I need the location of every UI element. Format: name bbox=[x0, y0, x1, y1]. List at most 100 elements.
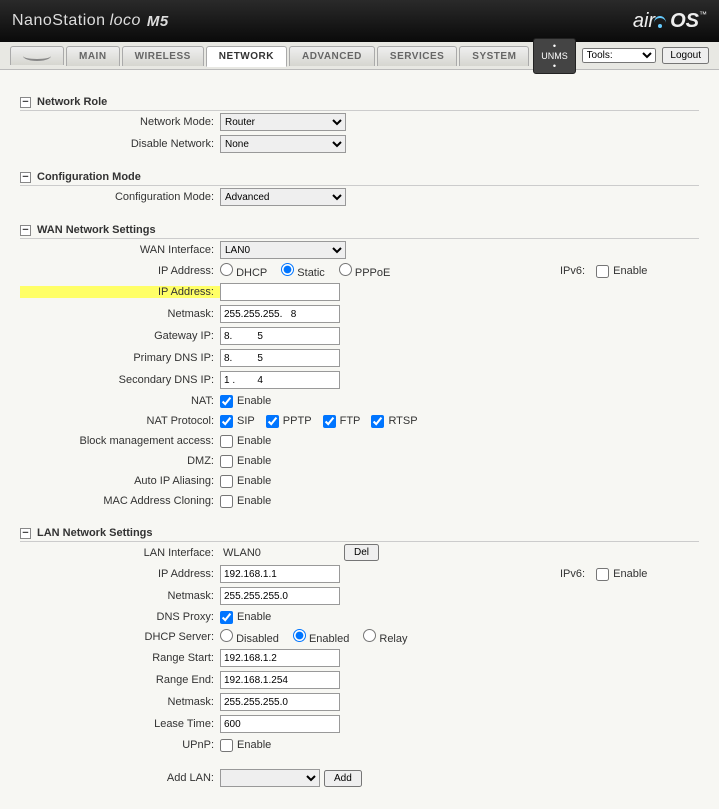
brand-logo: air OS™ bbox=[633, 10, 707, 33]
nat-label: NAT: bbox=[20, 395, 220, 407]
autoip-enable-label: Enable bbox=[237, 475, 271, 487]
dmz-checkbox[interactable] bbox=[220, 455, 233, 468]
autoip-checkbox[interactable] bbox=[220, 475, 233, 488]
wan-pdns-label: Primary DNS IP: bbox=[20, 352, 220, 364]
wan-netmask-label: Netmask: bbox=[20, 308, 220, 320]
lease-time-label: Lease Time: bbox=[20, 718, 220, 730]
wan-ip-input[interactable] bbox=[220, 283, 340, 301]
mac-clone-checkbox[interactable] bbox=[220, 495, 233, 508]
dhcp-enabled-label: Enabled bbox=[309, 633, 349, 645]
dnsproxy-label: DNS Proxy: bbox=[20, 611, 220, 623]
lan-ipv6-checkbox[interactable] bbox=[596, 568, 609, 581]
section-title: Configuration Mode bbox=[37, 171, 141, 183]
tab-system[interactable]: SYSTEM bbox=[459, 46, 529, 66]
wan-interface-select[interactable]: LAN0 bbox=[220, 241, 346, 259]
wan-netmask-input[interactable] bbox=[220, 305, 340, 323]
content-area: − Network Role Network Mode: Router Disa… bbox=[0, 70, 719, 809]
lan-ip-input[interactable] bbox=[220, 565, 340, 583]
add-button[interactable]: Add bbox=[324, 770, 362, 787]
pppoe-label: PPPoE bbox=[355, 267, 390, 279]
mac-enable-label: Enable bbox=[237, 495, 271, 507]
ftp-checkbox[interactable] bbox=[323, 415, 336, 428]
section-config-mode: − Configuration Mode bbox=[20, 165, 699, 186]
trademark: ™ bbox=[699, 10, 707, 19]
app-header: NanoStation loco M5 air OS™ bbox=[0, 0, 719, 42]
unms-button[interactable]: • UNMS • bbox=[533, 38, 575, 74]
wan-sdns-label: Secondary DNS IP: bbox=[20, 374, 220, 386]
wan-pdns-input[interactable] bbox=[220, 349, 340, 367]
dnsproxy-checkbox[interactable] bbox=[220, 611, 233, 624]
tab-services[interactable]: SERVICES bbox=[377, 46, 457, 66]
ipv6-enable-label: Enable bbox=[613, 265, 647, 277]
lease-time-input[interactable] bbox=[220, 715, 340, 733]
section-title: WAN Network Settings bbox=[37, 224, 156, 236]
pptp-label: PPTP bbox=[283, 415, 312, 427]
block-mgmt-checkbox[interactable] bbox=[220, 435, 233, 448]
section-wan: − WAN Network Settings bbox=[20, 218, 699, 239]
nat-enable-label: Enable bbox=[237, 395, 271, 407]
tab-main[interactable]: MAIN bbox=[66, 46, 120, 66]
dmz-enable-label: Enable bbox=[237, 455, 271, 467]
product-variant: M5 bbox=[147, 13, 169, 30]
upnp-label: UPnP: bbox=[20, 739, 220, 751]
tab-advanced[interactable]: ADVANCED bbox=[289, 46, 375, 66]
lan-interface-value: WLAN0 bbox=[220, 547, 340, 559]
collapse-icon[interactable]: − bbox=[20, 97, 31, 108]
wan-ipv6-checkbox[interactable] bbox=[596, 265, 609, 278]
rtsp-label: RTSP bbox=[388, 415, 417, 427]
brand-air: air bbox=[633, 10, 655, 32]
del-button[interactable]: Del bbox=[344, 544, 379, 561]
add-lan-select[interactable] bbox=[220, 769, 320, 787]
section-network-role: − Network Role bbox=[20, 90, 699, 111]
collapse-icon[interactable]: − bbox=[20, 528, 31, 539]
collapse-icon[interactable]: − bbox=[20, 172, 31, 183]
range-end-input[interactable] bbox=[220, 671, 340, 689]
pppoe-radio[interactable] bbox=[339, 263, 352, 276]
product-submodel: loco bbox=[110, 12, 141, 30]
collapse-icon[interactable]: − bbox=[20, 225, 31, 236]
sip-checkbox[interactable] bbox=[220, 415, 233, 428]
lan-netmask-input[interactable] bbox=[220, 587, 340, 605]
range-end-label: Range End: bbox=[20, 674, 220, 686]
pptp-checkbox[interactable] bbox=[266, 415, 279, 428]
config-mode-label: Configuration Mode: bbox=[20, 191, 220, 203]
dhcp-relay-radio[interactable] bbox=[363, 629, 376, 642]
ipv6-label: IPv6: bbox=[560, 265, 585, 277]
static-radio[interactable] bbox=[281, 263, 294, 276]
wan-gateway-input[interactable] bbox=[220, 327, 340, 345]
product-name: NanoStation loco M5 bbox=[12, 12, 169, 30]
disable-network-select[interactable]: None bbox=[220, 135, 346, 153]
disable-network-label: Disable Network: bbox=[20, 138, 220, 150]
dhcp-enabled-radio[interactable] bbox=[293, 629, 306, 642]
range-start-input[interactable] bbox=[220, 649, 340, 667]
network-mode-select[interactable]: Router bbox=[220, 113, 346, 131]
block-enable-label: Enable bbox=[237, 435, 271, 447]
wan-interface-label: WAN Interface: bbox=[20, 244, 220, 256]
dhcp-radio[interactable] bbox=[220, 263, 233, 276]
dhcp-disabled-radio[interactable] bbox=[220, 629, 233, 642]
wan-sdns-input[interactable] bbox=[220, 371, 340, 389]
dmz-label: DMZ: bbox=[20, 455, 220, 467]
lan-ipv6-enable-label: Enable bbox=[613, 568, 647, 580]
wan-gateway-label: Gateway IP: bbox=[20, 330, 220, 342]
mac-clone-label: MAC Address Cloning: bbox=[20, 495, 220, 507]
wan-ip-label: IP Address: bbox=[20, 286, 220, 298]
lan-netmask2-input[interactable] bbox=[220, 693, 340, 711]
dhcp-disabled-label: Disabled bbox=[236, 633, 279, 645]
config-mode-select[interactable]: Advanced bbox=[220, 188, 346, 206]
natp-label: NAT Protocol: bbox=[20, 415, 220, 427]
dnsproxy-enable-label: Enable bbox=[237, 611, 271, 623]
nat-checkbox[interactable] bbox=[220, 395, 233, 408]
brand-os: OS bbox=[670, 10, 699, 32]
tab-logo[interactable] bbox=[10, 46, 64, 65]
logout-button[interactable]: Logout bbox=[662, 47, 709, 64]
dhcp-relay-label: Relay bbox=[379, 633, 407, 645]
autoip-label: Auto IP Aliasing: bbox=[20, 475, 220, 487]
tab-wireless[interactable]: WIRELESS bbox=[122, 46, 204, 66]
tab-network[interactable]: NETWORK bbox=[206, 46, 287, 67]
static-label: Static bbox=[297, 267, 325, 279]
tools-select[interactable]: Tools: bbox=[582, 48, 657, 63]
lan-ip-label: IP Address: bbox=[20, 568, 220, 580]
section-title: LAN Network Settings bbox=[37, 527, 153, 539]
rtsp-checkbox[interactable] bbox=[371, 415, 384, 428]
